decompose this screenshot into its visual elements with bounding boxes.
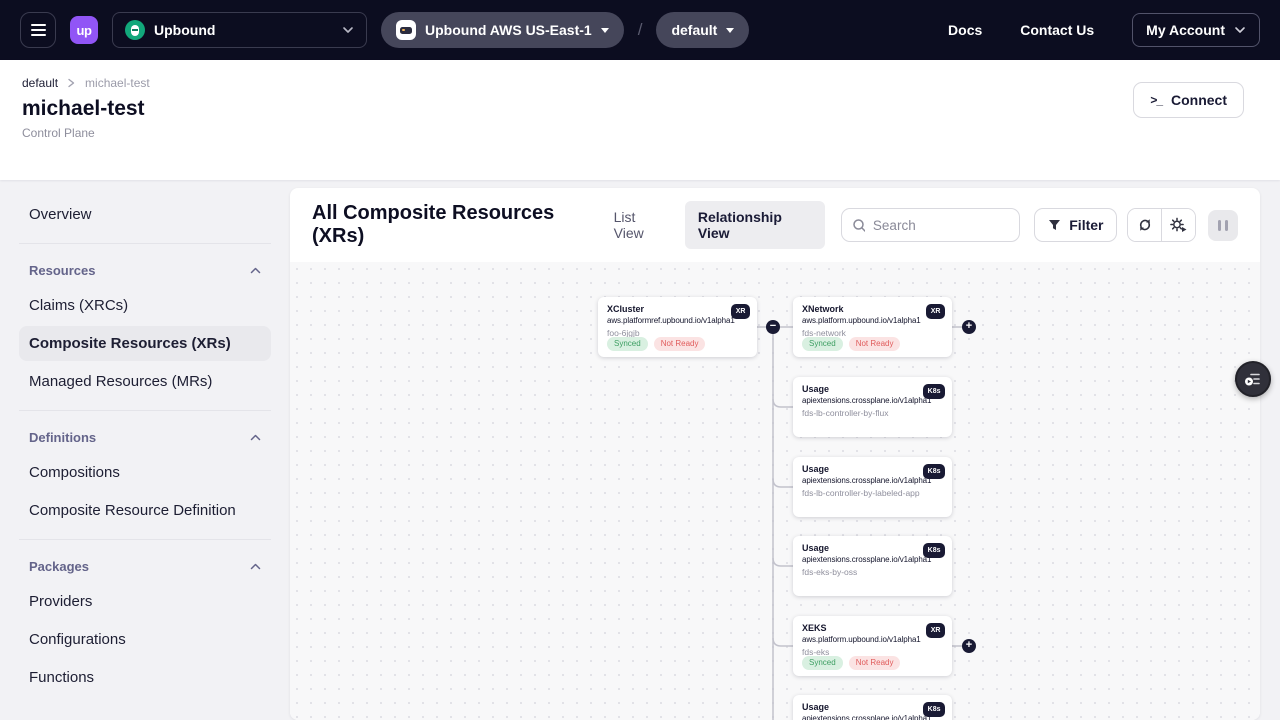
organization-selector[interactable]: Upbound bbox=[112, 12, 367, 48]
organization-avatar-icon bbox=[125, 20, 145, 40]
docs-link[interactable]: Docs bbox=[948, 22, 982, 38]
breadcrumb-current-page: michael-test bbox=[85, 76, 150, 90]
caret-down-icon bbox=[726, 28, 734, 33]
plus-icon: + bbox=[966, 640, 972, 651]
graph-node-usage-bottom[interactable]: Usage apiextensions.crossplane.io/v1alph… bbox=[793, 695, 952, 720]
auto-layout-button[interactable] bbox=[1162, 209, 1195, 241]
search-input[interactable] bbox=[873, 218, 1009, 233]
chevron-up-icon bbox=[250, 434, 261, 441]
status-badge-not-ready: Not Ready bbox=[654, 337, 706, 351]
refresh-button[interactable] bbox=[1128, 209, 1161, 241]
resource-kind-badge: K8s bbox=[923, 702, 945, 717]
page-title: michael-test bbox=[22, 97, 1244, 121]
breadcrumb: default michael-test bbox=[22, 76, 1244, 90]
group-name: default bbox=[671, 22, 717, 38]
control-plane-selector[interactable]: Upbound AWS US-East-1 bbox=[381, 12, 624, 48]
my-account-label: My Account bbox=[1146, 22, 1225, 38]
path-separator: / bbox=[638, 20, 643, 40]
graph-node-xcluster[interactable]: XCluster aws.platformref.upbound.io/v1al… bbox=[598, 297, 757, 357]
sidebar-section-packages[interactable]: Packages bbox=[19, 551, 271, 581]
chevron-down-icon bbox=[342, 26, 354, 34]
organization-name: Upbound bbox=[154, 22, 333, 38]
terminal-icon: >_ bbox=[1150, 93, 1162, 107]
resource-kind-badge: K8s bbox=[923, 384, 945, 399]
collapse-children-button[interactable]: − bbox=[766, 320, 780, 334]
graph-node-usage-labeled-app[interactable]: Usage apiextensions.crossplane.io/v1alph… bbox=[793, 457, 952, 517]
connect-button[interactable]: >_ Connect bbox=[1133, 82, 1244, 118]
sidebar-section-definitions[interactable]: Definitions bbox=[19, 422, 271, 452]
gear-play-icon bbox=[1170, 217, 1187, 233]
sidebar-item-managed-resources[interactable]: Managed Resources (MRs) bbox=[19, 364, 271, 399]
contact-us-link[interactable]: Contact Us bbox=[1020, 22, 1094, 38]
status-badge-synced: Synced bbox=[607, 337, 648, 351]
legend-toggle-button[interactable] bbox=[1235, 361, 1271, 397]
group-selector[interactable]: default bbox=[656, 12, 749, 48]
graph-node-xnetwork[interactable]: XNetwork aws.platform.upbound.io/v1alpha… bbox=[793, 297, 952, 357]
sidebar-section-resources[interactable]: Resources bbox=[19, 255, 271, 285]
graph-node-usage-flux[interactable]: Usage apiextensions.crossplane.io/v1alph… bbox=[793, 377, 952, 437]
legend-icon bbox=[1243, 369, 1263, 389]
resource-kind-badge: K8s bbox=[923, 464, 945, 479]
sidebar-item-overview[interactable]: Overview bbox=[19, 197, 271, 232]
resource-kind-badge: K8s bbox=[923, 543, 945, 558]
search-icon bbox=[852, 218, 865, 233]
page-header: default michael-test michael-test Contro… bbox=[0, 60, 1280, 180]
sidebar-item-providers[interactable]: Providers bbox=[19, 584, 271, 619]
plus-icon: + bbox=[966, 321, 972, 332]
search-box[interactable] bbox=[841, 208, 1020, 242]
top-navbar: up Upbound Upbound AWS US-East-1 / defau… bbox=[0, 0, 1280, 60]
status-badge-not-ready: Not Ready bbox=[849, 337, 901, 351]
chevron-right-icon bbox=[67, 78, 76, 88]
refresh-icon bbox=[1137, 217, 1153, 233]
chevron-down-icon bbox=[1234, 26, 1246, 34]
graph-node-usage-eks-oss[interactable]: Usage apiextensions.crossplane.io/v1alph… bbox=[793, 536, 952, 596]
panel-toolbar: All Composite Resources (XRs) List View … bbox=[290, 188, 1260, 262]
sidebar-item-compositions[interactable]: Compositions bbox=[19, 455, 271, 490]
panel-title: All Composite Resources (XRs) bbox=[312, 202, 602, 248]
graph-action-group bbox=[1127, 208, 1196, 242]
page-subtitle: Control Plane bbox=[22, 126, 1244, 140]
list-view-tab[interactable]: List View bbox=[602, 202, 679, 248]
main-panel: All Composite Resources (XRs) List View … bbox=[290, 188, 1260, 720]
minus-icon: − bbox=[770, 321, 776, 332]
status-badge-synced: Synced bbox=[802, 337, 843, 351]
sidebar-item-functions[interactable]: Functions bbox=[19, 660, 271, 695]
resource-kind-badge: XR bbox=[926, 304, 945, 319]
divider bbox=[19, 410, 271, 411]
divider bbox=[19, 539, 271, 540]
control-plane-name: Upbound AWS US-East-1 bbox=[425, 22, 592, 38]
pause-icon bbox=[1218, 220, 1222, 231]
control-plane-icon bbox=[396, 20, 416, 40]
chevron-up-icon bbox=[250, 563, 261, 570]
breadcrumb-default[interactable]: default bbox=[22, 76, 58, 90]
relationship-graph-canvas[interactable]: XCluster aws.platformref.upbound.io/v1al… bbox=[290, 262, 1260, 720]
status-badge-synced: Synced bbox=[802, 656, 843, 670]
sidebar: Overview Resources Claims (XRCs) Composi… bbox=[0, 180, 290, 720]
hamburger-menu-button[interactable] bbox=[20, 12, 56, 48]
resource-kind-badge: XR bbox=[926, 623, 945, 638]
divider bbox=[19, 243, 271, 244]
graph-node-xeks[interactable]: XEKS aws.platform.upbound.io/v1alpha1 XR… bbox=[793, 616, 952, 676]
expand-xeks-button[interactable]: + bbox=[962, 639, 976, 653]
sidebar-item-configurations[interactable]: Configurations bbox=[19, 622, 271, 657]
chevron-up-icon bbox=[250, 267, 261, 274]
caret-down-icon bbox=[601, 28, 609, 33]
sidebar-item-claims[interactable]: Claims (XRCs) bbox=[19, 288, 271, 323]
relationship-view-tab[interactable]: Relationship View bbox=[685, 201, 825, 249]
view-toggle: List View Relationship View bbox=[602, 201, 825, 249]
expand-xnetwork-button[interactable]: + bbox=[962, 320, 976, 334]
status-badge-not-ready: Not Ready bbox=[849, 656, 901, 670]
upbound-logo[interactable]: up bbox=[70, 16, 98, 44]
sidebar-item-composite-resources[interactable]: Composite Resources (XRs) bbox=[19, 326, 271, 361]
filter-button[interactable]: Filter bbox=[1034, 208, 1117, 242]
pause-button[interactable] bbox=[1208, 210, 1238, 241]
my-account-button[interactable]: My Account bbox=[1132, 13, 1260, 47]
resource-kind-badge: XR bbox=[731, 304, 750, 319]
hamburger-icon bbox=[31, 24, 46, 26]
filter-funnel-icon bbox=[1048, 219, 1061, 231]
sidebar-item-xrd[interactable]: Composite Resource Definition bbox=[19, 493, 271, 528]
